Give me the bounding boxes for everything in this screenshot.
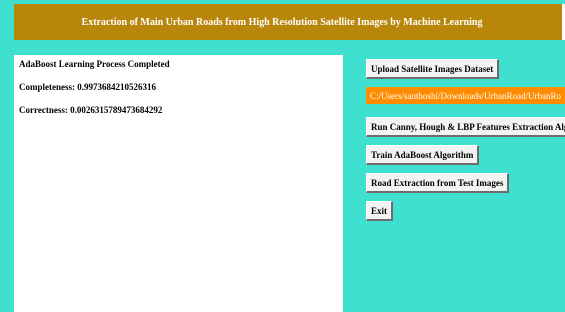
upload-dataset-button[interactable]: Upload Satellite Images Dataset xyxy=(366,59,500,79)
app-title: Extraction of Main Urban Roads from High… xyxy=(81,16,483,28)
output-text-area[interactable]: AdaBoost Learning Process Completed Comp… xyxy=(14,55,343,312)
exit-button[interactable]: Exit xyxy=(366,201,394,221)
feature-extraction-button[interactable]: Run Canny, Hough & LBP Features Extracti… xyxy=(366,117,565,137)
train-adaboost-button[interactable]: Train AdaBoost Algorithm xyxy=(366,145,480,165)
road-extraction-button[interactable]: Road Extraction from Test Images xyxy=(366,173,510,193)
app-window: Extraction of Main Urban Roads from High… xyxy=(0,0,565,312)
title-bar: Extraction of Main Urban Roads from High… xyxy=(14,4,562,40)
output-line-completeness: Completeness: 0.9973684210526316 xyxy=(19,82,156,92)
output-line-status: AdaBoost Learning Process Completed xyxy=(19,59,170,69)
output-line-correctness: Correctness: 0.0026315789473684292 xyxy=(19,105,163,115)
dataset-path-label: C:/Users/santhoshi/Downloads/UrbanRoad/U… xyxy=(366,87,565,104)
